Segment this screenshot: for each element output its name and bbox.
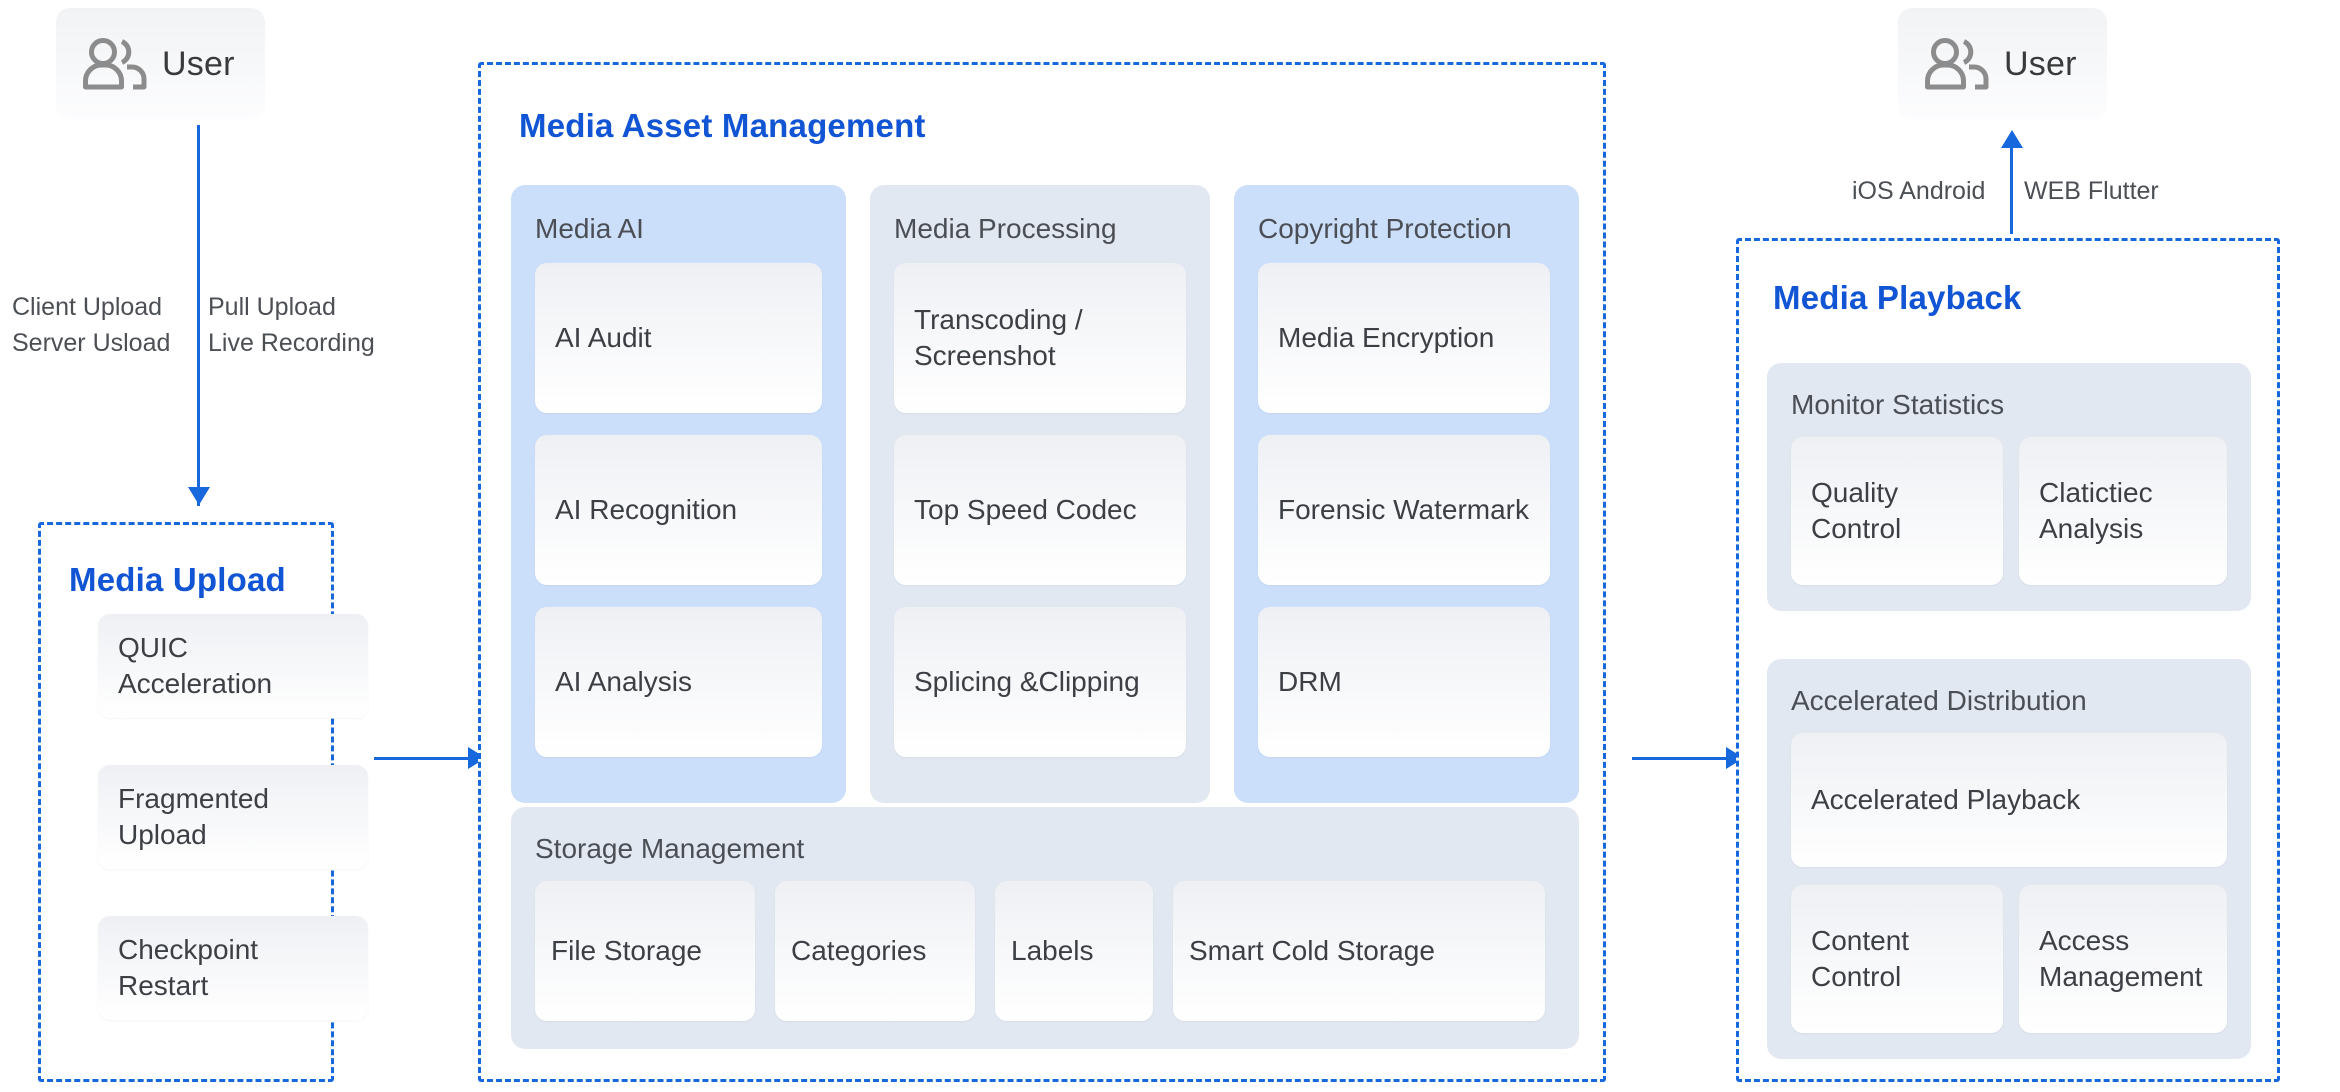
group-media-processing-title: Media Processing <box>894 213 1117 244</box>
card-forensic-watermark[interactable]: Forensic Watermark <box>1258 435 1550 585</box>
media-upload-section: Media Upload QUIC Acceleration Fragmente… <box>38 522 368 1082</box>
group-media-ai: Media AI AI Audit AI Recognition AI Anal… <box>511 185 846 803</box>
card-accelerated-playback[interactable]: Accelerated Playback <box>1791 733 2227 867</box>
card-splicing-clipping[interactable]: Splicing &Clipping <box>894 607 1186 757</box>
architecture-diagram: User Client Upload Server Usload Pull Up… <box>0 0 2340 1092</box>
group-copyright-protection: Copyright Protection Media Encryption Fo… <box>1234 185 1579 803</box>
playback-clients-right: WEB Flutter <box>2024 177 2159 205</box>
card-file-storage[interactable]: File Storage <box>535 881 755 1021</box>
card-ai-audit[interactable]: AI Audit <box>535 263 822 413</box>
upload-to-mam-line <box>374 757 470 760</box>
card-smart-cold-storage[interactable]: Smart Cold Storage <box>1173 881 1545 1021</box>
card-ai-recognition[interactable]: AI Recognition <box>535 435 822 585</box>
group-media-processing: Media Processing Transcoding / Screensho… <box>870 185 1210 803</box>
card-top-speed-codec[interactable]: Top Speed Codec <box>894 435 1186 585</box>
group-media-ai-title: Media AI <box>535 213 644 244</box>
card-checkpoint-restart[interactable]: Checkpoint Restart <box>98 916 368 1020</box>
playback-to-user-arrowhead <box>2001 130 2023 148</box>
left-user-chip: User <box>56 8 265 120</box>
mam-title: Media Asset Management <box>519 107 926 144</box>
user-to-upload-line <box>197 125 200 506</box>
users-icon <box>83 38 147 90</box>
card-media-encryption[interactable]: Media Encryption <box>1258 263 1550 413</box>
card-content-control[interactable]: Content Control <box>1791 885 2003 1033</box>
playback-clients-left: iOS Android <box>1852 177 1986 205</box>
media-playback-title: Media Playback <box>1773 279 2022 316</box>
upload-method-server: Server Usload <box>12 328 171 357</box>
group-monitor-statistics-title: Monitor Statistics <box>1791 389 2005 420</box>
group-accelerated-distribution-title: Accelerated Distribution <box>1791 685 2087 716</box>
right-user-label: User <box>2004 44 2077 83</box>
media-upload-title: Media Upload <box>69 561 286 598</box>
playback-to-user-line <box>2010 148 2013 234</box>
group-storage-management-title: Storage Management <box>535 833 805 864</box>
upload-method-live: Live Recording <box>208 328 375 357</box>
upload-method-pull: Pull Upload <box>208 293 336 321</box>
group-copyright-protection-title: Copyright Protection <box>1258 213 1512 244</box>
card-categories[interactable]: Categories <box>775 881 975 1021</box>
card-fragmented-upload[interactable]: Fragmented Upload <box>98 765 368 869</box>
card-access-management[interactable]: Access Management <box>2019 885 2227 1033</box>
left-user-label: User <box>162 44 235 83</box>
group-monitor-statistics: Monitor Statistics Quality Control Clati… <box>1767 363 2251 611</box>
right-user-chip: User <box>1898 8 2107 120</box>
media-playback-section: Media Playback Monitor Statistics Qualit… <box>1736 238 2280 1082</box>
group-storage-management: Storage Management File Storage Categori… <box>511 807 1579 1049</box>
card-quality-control[interactable]: Quality Control <box>1791 437 2003 585</box>
mam-to-playback-line <box>1632 757 1728 760</box>
upload-methods-right: Pull Upload Live Recording <box>208 290 375 361</box>
user-to-upload-arrowhead <box>188 487 210 505</box>
card-transcoding-screenshot[interactable]: Transcoding / Screenshot <box>894 263 1186 413</box>
upload-methods-left: Client Upload Server Usload <box>12 290 170 361</box>
card-labels[interactable]: Labels <box>995 881 1153 1021</box>
card-quic-acceleration[interactable]: QUIC Acceleration <box>98 614 368 718</box>
card-drm[interactable]: DRM <box>1258 607 1550 757</box>
media-asset-management-section: Media Asset Management Media AI AI Audit… <box>478 62 1606 1082</box>
group-accelerated-distribution: Accelerated Distribution Accelerated Pla… <box>1767 659 2251 1059</box>
card-clatictiec-analysis[interactable]: Clatictiec Analysis <box>2019 437 2227 585</box>
card-ai-analysis[interactable]: AI Analysis <box>535 607 822 757</box>
upload-method-client: Client Upload <box>12 293 163 321</box>
users-icon <box>1925 38 1989 90</box>
